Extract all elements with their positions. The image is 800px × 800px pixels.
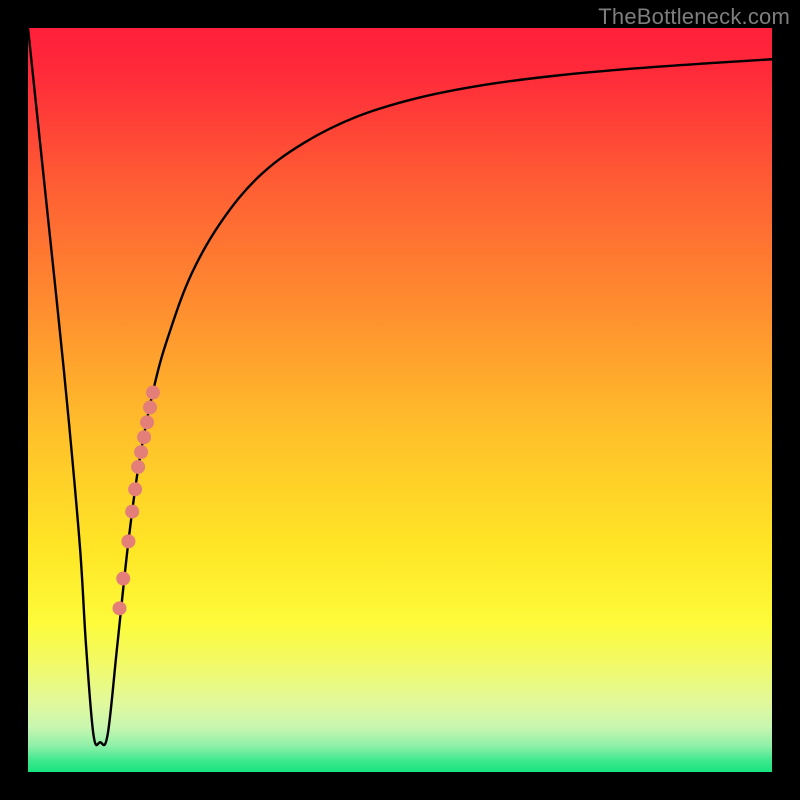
marker-dot [134, 445, 148, 459]
marker-dot [121, 534, 135, 548]
marker-dot [137, 430, 151, 444]
chart-frame: TheBottleneck.com [0, 0, 800, 800]
chart-plot-area [28, 28, 772, 772]
marker-dot [140, 415, 154, 429]
marker-dot [116, 572, 130, 586]
marker-dot [125, 505, 139, 519]
marker-dot [131, 460, 145, 474]
marker-dot [143, 400, 157, 414]
chart-background [28, 28, 772, 772]
marker-dot [146, 386, 160, 400]
marker-dot [128, 482, 142, 496]
marker-dot [113, 601, 127, 615]
chart-svg [28, 28, 772, 772]
watermark-text: TheBottleneck.com [598, 4, 790, 30]
